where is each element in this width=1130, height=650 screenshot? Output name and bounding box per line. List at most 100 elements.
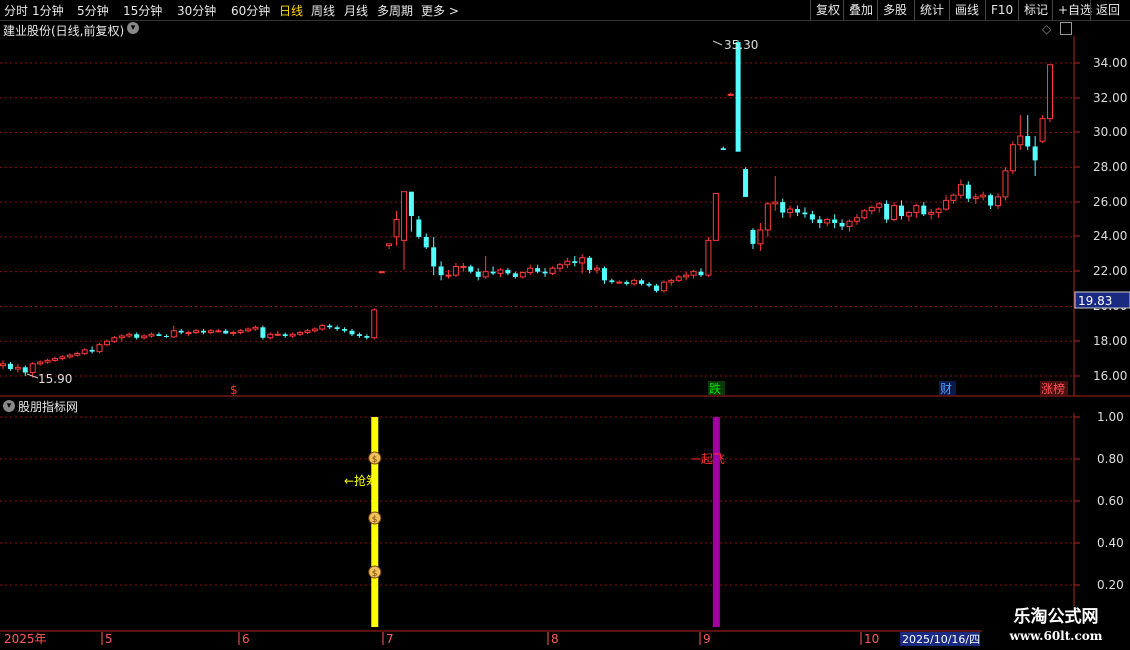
candle-body [876,203,883,208]
candle-body [1025,136,1031,147]
candle-body [14,366,21,370]
cursor-date-label: 2025/10/16/四 [902,633,980,646]
candle [452,262,459,277]
candle-body [438,266,444,276]
candle [74,351,81,357]
candle [668,278,675,286]
candle-body [378,271,385,274]
candle-body [141,335,148,339]
candle-body [1039,118,1046,142]
candle [356,332,362,338]
candle [764,202,771,237]
candle [126,332,133,338]
candle [282,332,288,338]
candle [542,268,548,277]
candle-body [416,219,422,237]
candle-body [735,42,741,152]
indicator-tick-label: 0.40 [1097,536,1124,550]
candle-body [913,205,920,214]
candle [207,329,214,335]
candle-body [1017,135,1024,146]
candle-body [943,199,950,210]
candle-body [787,208,794,214]
candle-body [134,334,140,338]
candle [660,280,667,293]
candle-body [572,261,578,263]
candle [698,268,704,277]
indicator-series: $ $ $ [368,417,720,627]
candle-body [1009,144,1016,172]
candle [780,198,786,218]
candle-body [81,349,88,354]
candle-body [549,267,556,274]
candle-body [200,330,206,333]
candle [609,278,615,284]
signal-label-grab: ←抢筹 [344,473,378,488]
candle [304,329,311,335]
candle-body [935,208,942,214]
candle-body [988,195,994,206]
candle [549,266,556,276]
candle [928,209,935,220]
candle [639,278,645,286]
candle-body [245,328,252,332]
indicator-collapse-icon[interactable]: ▾ [3,400,15,412]
event-marker-rank[interactable]: 涨榜 [1041,381,1065,396]
candle-body [616,281,623,284]
high-annotation: 35.30 [712,38,758,52]
candle-body [995,196,1002,207]
candle [757,222,764,251]
candle-body [660,281,667,292]
candle-body [712,192,719,241]
candle [1032,136,1038,177]
candle [44,358,51,364]
candle-body [832,219,838,223]
candle-body [519,272,526,278]
candle [624,280,630,286]
candle [832,214,838,229]
event-marker-finance[interactable]: 财 [940,382,952,396]
candle [170,325,177,338]
candle-body [497,269,504,274]
candle [393,210,400,246]
candle [512,271,518,279]
candle-body [705,239,712,276]
candle-body [460,265,467,268]
candle [163,334,169,338]
candle-body [750,229,756,244]
candle-body [868,206,875,212]
watermark-url: www.60lt.com [1009,629,1103,643]
candle-body [690,271,697,276]
candle [616,280,623,284]
candle-body [853,217,860,222]
candle-body [118,335,125,339]
candle [802,207,808,218]
candle [14,363,21,373]
candle [81,348,88,356]
candle [497,268,504,277]
candle-body [743,169,749,197]
candle [853,214,860,225]
event-marker-fall[interactable]: 跌 [709,381,721,396]
candle [371,308,378,340]
candle [327,323,333,330]
candle [482,256,489,279]
candle-body [126,333,133,337]
candle [156,332,162,337]
candle [601,266,607,284]
candle-body [163,336,169,338]
candle [400,191,407,270]
event-marker-dollar[interactable]: $ [230,383,238,397]
candle-body [207,330,214,334]
candle [646,282,652,288]
candle-body [423,236,429,248]
candle [96,342,103,354]
candle-body [89,349,95,352]
candle-body [223,330,229,334]
candle [89,346,95,354]
candle [141,334,148,340]
candle-body [29,363,36,374]
candle-body [468,266,474,272]
candle-body [311,328,318,332]
price-tick-label: 28.00 [1093,160,1127,174]
